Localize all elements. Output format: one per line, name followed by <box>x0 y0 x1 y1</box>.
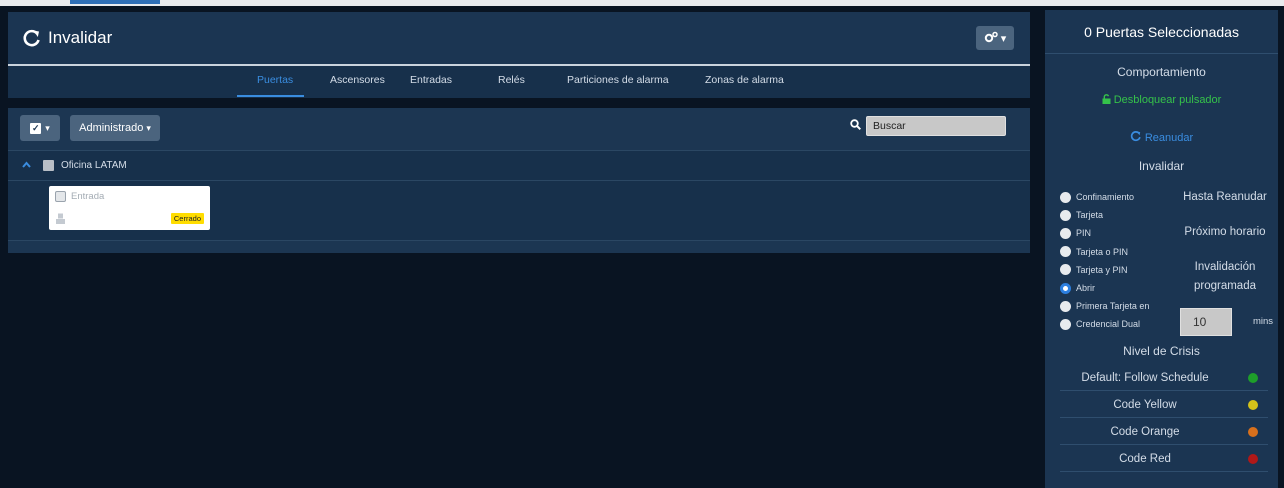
top-strip <box>0 0 1284 6</box>
override-mode-radio-group: Confinamiento Tarjeta PIN Tarjeta o PIN … <box>1060 188 1170 334</box>
radio-dot[interactable] <box>1060 191 1071 203</box>
override-main-panel: Invalidar ▾ Puertas Ascensores Entradas … <box>8 12 1030 487</box>
door-status-badge: Cerrado <box>170 213 204 224</box>
radio-label: Abrir <box>1076 283 1096 294</box>
radio-label: Tarjeta <box>1076 210 1104 221</box>
radio-abrir[interactable]: Abrir <box>1060 279 1170 297</box>
crisis-level-orange[interactable]: Code Orange <box>1060 419 1268 445</box>
radio-dot-selected[interactable] <box>1060 282 1071 294</box>
scheduled-override-option-line2[interactable]: programada <box>1175 280 1275 292</box>
radio-tarjeta-y-pin[interactable]: Tarjeta y PIN <box>1060 261 1170 279</box>
door-name: Entrada <box>71 191 105 202</box>
search-box <box>850 116 1006 136</box>
caret-down-icon: ▾ <box>146 122 151 133</box>
radio-label: PIN <box>1076 228 1092 239</box>
filter-dropdown-button[interactable]: Administrado ▾ <box>70 115 160 141</box>
gears-icon <box>984 31 998 46</box>
resume-label: Reanudar <box>1144 132 1194 144</box>
radio-dot[interactable] <box>1060 246 1071 258</box>
radio-label: Tarjeta y PIN <box>1076 264 1128 275</box>
status-dot-orange-icon <box>1248 426 1258 437</box>
chevron-up-icon[interactable] <box>22 160 31 171</box>
refresh-icon <box>1130 131 1145 144</box>
radio-label: Credencial Dual <box>1076 319 1141 330</box>
radio-primera-tarjeta[interactable]: Primera Tarjeta en <box>1060 297 1170 315</box>
selection-side-panel: 0 Puertas Seleccionadas Comportamiento D… <box>1045 10 1278 488</box>
radio-dot[interactable] <box>1060 209 1071 221</box>
door-card[interactable]: Entrada Cerrado <box>49 186 210 230</box>
refresh-icon[interactable] <box>20 26 44 50</box>
tabs-bar: Puertas Ascensores Entradas Relés Partic… <box>8 66 1030 98</box>
crisis-level-heading: Nivel de Crisis <box>1123 344 1200 358</box>
unlock-icon <box>1102 94 1114 106</box>
crisis-level-label: Code Yellow <box>1113 398 1177 411</box>
list-footer <box>8 240 1030 253</box>
checkbox-checked-icon: ✓ <box>30 122 42 134</box>
scheduled-override-option-line1[interactable]: Invalidación <box>1175 261 1275 273</box>
list-toolbar: ✓ ▾ Administrado ▾ <box>8 108 1030 150</box>
radio-pin[interactable]: PIN <box>1060 224 1170 242</box>
search-input[interactable] <box>866 116 1006 136</box>
active-tab-underline <box>237 95 304 97</box>
radio-tarjeta-o-pin[interactable]: Tarjeta o PIN <box>1060 243 1170 261</box>
filter-dropdown-label: Administrado <box>79 122 144 134</box>
status-dot-yellow-icon <box>1248 399 1258 410</box>
crisis-level-yellow[interactable]: Code Yellow <box>1060 392 1268 418</box>
unlock-pushbutton-action[interactable]: Desbloquear pulsador <box>1045 94 1278 106</box>
crisis-level-red[interactable]: Code Red <box>1060 446 1268 472</box>
behavior-heading: Comportamiento <box>1117 65 1206 79</box>
radio-label: Confinamiento <box>1076 192 1135 203</box>
group-label: Oficina LATAM <box>61 160 127 171</box>
status-dot-red-icon <box>1248 453 1258 464</box>
resume-action[interactable]: Reanudar <box>1045 130 1278 144</box>
tab-puertas[interactable]: Puertas <box>257 74 293 86</box>
radio-label: Tarjeta o PIN <box>1076 246 1129 257</box>
radio-dot[interactable] <box>1060 318 1071 330</box>
unlock-pushbutton-label: Desbloquear pulsador <box>1113 94 1222 106</box>
tab-particiones-de-alarma[interactable]: Particiones de alarma <box>567 74 669 86</box>
crisis-level-label: Default: Follow Schedule <box>1081 371 1209 384</box>
tab-reles[interactable]: Relés <box>498 74 525 86</box>
radio-dot[interactable] <box>1060 227 1071 239</box>
selected-doors-title: 0 Puertas Seleccionadas <box>1045 10 1278 54</box>
door-list: Entrada Cerrado <box>8 181 1030 240</box>
until-resume-option[interactable]: Hasta Reanudar <box>1175 191 1275 203</box>
tab-zonas-de-alarma[interactable]: Zonas de alarma <box>705 74 784 86</box>
crisis-level-label: Code Orange <box>1110 425 1180 438</box>
radio-confinamiento[interactable]: Confinamiento <box>1060 188 1170 206</box>
tab-entradas[interactable]: Entradas <box>410 74 452 86</box>
settings-dropdown-button[interactable]: ▾ <box>976 26 1014 50</box>
page-title: Invalidar <box>48 28 113 47</box>
radio-dot[interactable] <box>1060 264 1071 276</box>
radio-tarjeta[interactable]: Tarjeta <box>1060 206 1170 224</box>
door-person-icon <box>55 211 66 224</box>
minutes-input[interactable] <box>1180 308 1232 336</box>
radio-credencial-dual[interactable]: Credencial Dual <box>1060 315 1170 333</box>
status-dot-green-icon <box>1248 372 1258 383</box>
crisis-level-default[interactable]: Default: Follow Schedule <box>1060 365 1268 391</box>
crisis-level-label: Code Red <box>1119 452 1171 465</box>
door-checkbox[interactable] <box>55 191 66 202</box>
next-schedule-option[interactable]: Próximo horario <box>1175 226 1275 238</box>
select-all-dropdown-button[interactable]: ✓ ▾ <box>20 115 60 141</box>
caret-down-icon: ▾ <box>45 122 50 133</box>
active-window-tab-indicator <box>70 0 160 4</box>
radio-dot[interactable] <box>1060 300 1071 312</box>
minutes-unit-label: mins <box>1253 316 1274 327</box>
panel-header: Invalidar ▾ <box>8 12 1030 64</box>
radio-label: Primera Tarjeta en <box>1076 301 1150 312</box>
tab-ascensores[interactable]: Ascensores <box>330 74 385 86</box>
group-checkbox[interactable] <box>43 160 54 171</box>
search-icon <box>850 119 866 133</box>
caret-down-icon: ▾ <box>1000 32 1007 45</box>
override-heading: Invalidar <box>1138 159 1185 173</box>
group-row[interactable]: Oficina LATAM <box>8 150 1030 181</box>
